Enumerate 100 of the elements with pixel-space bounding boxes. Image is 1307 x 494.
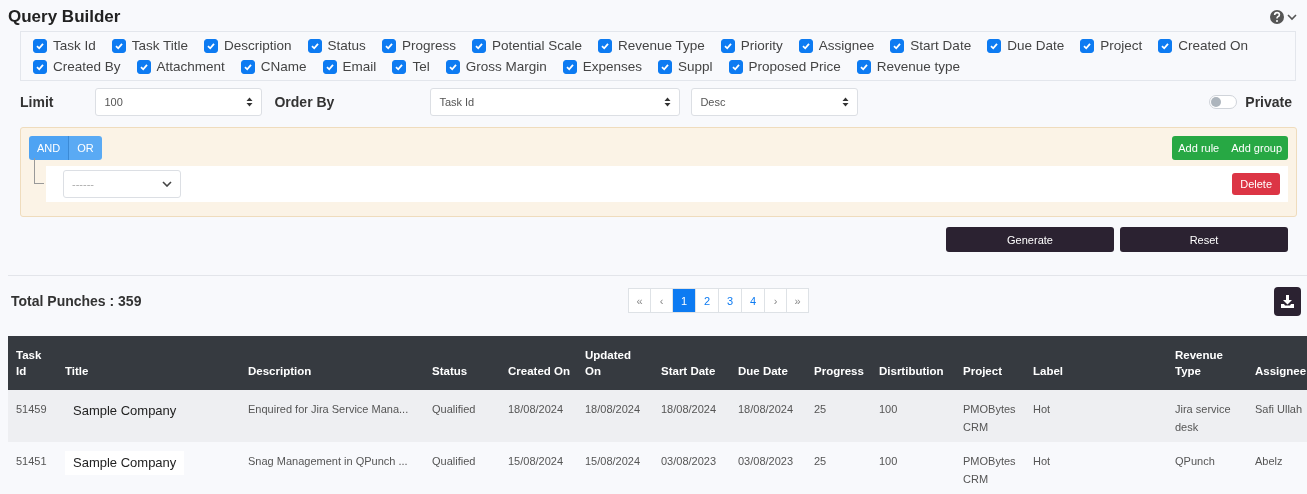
add-button[interactable]: Add group	[1225, 136, 1288, 160]
download-button[interactable]	[1274, 286, 1301, 316]
checkbox[interactable]	[890, 38, 905, 53]
checkbox[interactable]	[392, 59, 407, 74]
limit-select[interactable]: 100	[95, 88, 263, 116]
order-field-select[interactable]: Task Id	[430, 88, 681, 116]
checkbox[interactable]	[240, 59, 255, 74]
table-cell: Jira service desk	[1175, 403, 1231, 433]
table-cell: Hot	[1033, 403, 1051, 415]
help-icon[interactable]	[1269, 9, 1299, 25]
action-button[interactable]: Generate	[946, 227, 1114, 252]
checkbox[interactable]	[798, 38, 813, 53]
column-header: Disrtibution	[871, 336, 955, 390]
checkbox[interactable]	[597, 38, 612, 53]
checkbox[interactable]	[33, 59, 47, 74]
check-icon	[473, 40, 484, 51]
page-button[interactable]: «	[628, 288, 651, 313]
checkbox[interactable]	[1080, 38, 1095, 53]
check-icon	[989, 40, 1000, 51]
table-cell: 25	[814, 403, 827, 415]
action-button[interactable]: Reset	[1120, 227, 1288, 252]
checkbox[interactable]	[987, 38, 1002, 53]
check-icon	[599, 40, 610, 51]
rule-field-select[interactable]: ------	[63, 170, 181, 198]
checkbox-label: Start Date	[910, 38, 972, 53]
check-icon	[138, 61, 149, 72]
check-icon	[800, 40, 811, 51]
checkbox[interactable]	[111, 38, 126, 53]
checkbox[interactable]	[322, 59, 337, 74]
sort-arrows-icon	[664, 97, 672, 107]
column-header: Task Id	[8, 336, 57, 390]
table-cell: 15/08/2024	[585, 455, 641, 467]
checkbox[interactable]	[136, 59, 151, 74]
add-button[interactable]: Add rule	[1172, 136, 1226, 160]
checkbox[interactable]	[307, 38, 322, 53]
checkbox[interactable]	[728, 59, 743, 74]
table-cell: 100	[879, 403, 898, 415]
total-count: Total Punches : 359	[11, 293, 142, 309]
checkbox-label: Assignee	[818, 38, 875, 53]
checkbox-label: Tel	[412, 59, 430, 74]
column-header: Project	[955, 336, 1025, 390]
sort-arrows-icon	[246, 97, 254, 107]
column-header: Status	[424, 336, 500, 390]
table-cell: Qualified	[432, 455, 476, 467]
column-header: Due Date	[730, 336, 806, 390]
order-direction-select[interactable]: Desc	[691, 88, 859, 116]
checkbox-label: Email	[342, 59, 377, 74]
checkbox-label: Expenses	[582, 59, 642, 74]
checkbox[interactable]	[381, 38, 396, 53]
checkbox[interactable]	[562, 59, 577, 74]
checkbox-label: Revenue Type	[617, 38, 705, 53]
check-icon	[206, 40, 217, 51]
check-icon	[892, 40, 903, 51]
column-header: Description	[240, 336, 424, 390]
checkbox-label: Task Id	[53, 38, 96, 53]
check-icon	[35, 40, 45, 51]
table-cell: 51451	[16, 455, 47, 467]
connector-line	[34, 158, 44, 184]
check-icon	[1082, 40, 1093, 51]
table-cell: Enquired for Jira Service Mana...	[248, 403, 409, 415]
page-button[interactable]: 2	[695, 288, 719, 313]
table-cell: Abelz	[1255, 455, 1283, 467]
checkbox-label: Potential Scale	[491, 38, 582, 53]
check-icon	[242, 61, 253, 72]
page-button[interactable]: »	[786, 288, 809, 313]
table-cell: 18/08/2024	[585, 403, 641, 415]
column-header: Title	[57, 336, 240, 390]
check-icon	[722, 40, 733, 51]
page-button[interactable]: ‹	[650, 288, 673, 313]
checkbox[interactable]	[657, 59, 672, 74]
page-button[interactable]: 1	[672, 288, 696, 313]
page-button[interactable]: 3	[718, 288, 742, 313]
delete-button[interactable]: Delete	[1232, 173, 1280, 195]
table-cell: 18/08/2024	[661, 403, 717, 415]
check-icon	[394, 61, 405, 72]
column-header: Revenue Type	[1167, 336, 1247, 390]
table-cell: Safi Ullah	[1255, 403, 1303, 415]
table-cell: 03/08/2023	[738, 455, 794, 467]
checkbox[interactable]	[471, 38, 486, 53]
checkbox[interactable]	[33, 38, 47, 53]
column-header: Assignee	[1247, 336, 1307, 390]
table-cell: Snag Management in QPunch ...	[248, 455, 408, 467]
sort-arrows-icon	[842, 97, 850, 107]
check-icon	[447, 61, 458, 72]
checkbox[interactable]	[720, 38, 735, 53]
checkbox[interactable]	[856, 59, 871, 74]
table-cell-text: Sample Company	[72, 402, 178, 420]
check-icon	[383, 40, 394, 51]
page-title: Query Builder	[8, 7, 121, 27]
checkbox[interactable]	[1158, 38, 1173, 53]
combinator-button[interactable]: AND	[29, 136, 70, 160]
checkbox[interactable]	[445, 59, 460, 74]
private-toggle[interactable]	[1209, 95, 1238, 109]
checkbox[interactable]	[204, 38, 219, 53]
combinator-button[interactable]: OR	[69, 136, 102, 160]
page-button[interactable]: 4	[741, 288, 765, 313]
check-icon	[35, 61, 45, 72]
column-header: Label	[1025, 336, 1167, 390]
table-cell: QPunch	[1175, 455, 1215, 467]
page-button[interactable]: ›	[764, 288, 787, 313]
